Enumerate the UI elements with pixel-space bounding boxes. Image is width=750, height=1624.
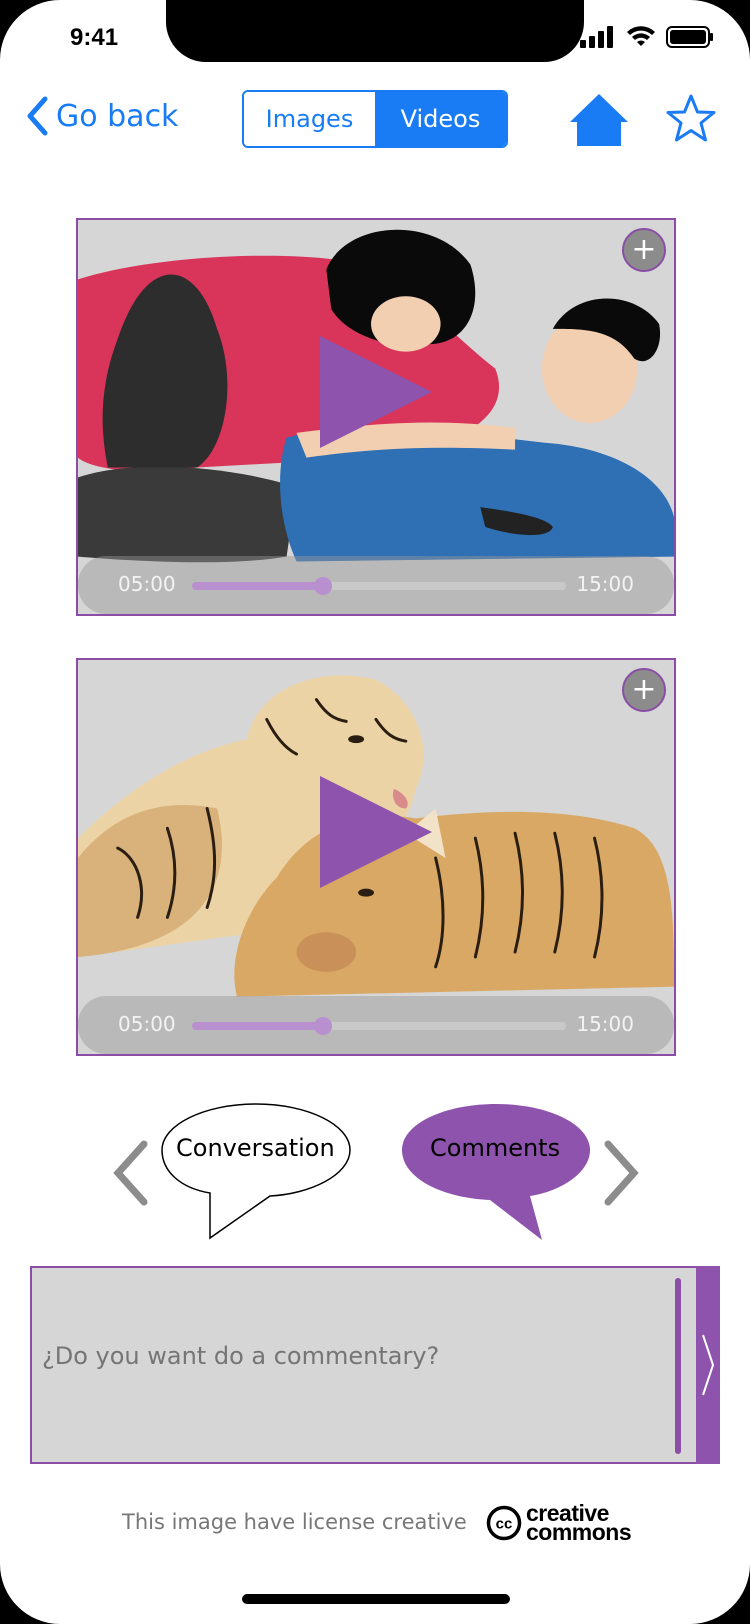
home-icon[interactable] bbox=[568, 92, 630, 148]
progress-track[interactable] bbox=[192, 577, 566, 595]
duration: 15:00 bbox=[576, 572, 634, 596]
comments-label: Comments bbox=[430, 1134, 561, 1162]
battery-icon bbox=[666, 26, 713, 48]
status-time: 9:41 bbox=[70, 24, 119, 51]
video-controls: 05:00 15:00 bbox=[78, 556, 674, 614]
signal-icon bbox=[580, 26, 613, 48]
cc-symbol: cc bbox=[496, 1516, 513, 1533]
notch bbox=[166, 0, 584, 62]
wifi-icon bbox=[627, 26, 655, 46]
back-label: Go back bbox=[56, 98, 179, 134]
add-video-button[interactable]: + bbox=[622, 228, 666, 272]
progress-track[interactable] bbox=[192, 1017, 566, 1035]
conversation-label: Conversation bbox=[176, 1134, 335, 1162]
play-icon[interactable] bbox=[316, 772, 436, 892]
conversation-tab[interactable]: Conversation bbox=[160, 1100, 352, 1242]
video-card-2: + 05:00 15:00 bbox=[76, 658, 676, 1056]
current-time: 05:00 bbox=[118, 572, 176, 596]
cc-icon: cc bbox=[486, 1505, 522, 1541]
creative-commons-logo: cc creative commons bbox=[486, 1502, 632, 1545]
license-text: This image have license creative bbox=[122, 1510, 467, 1534]
play-icon[interactable] bbox=[316, 332, 436, 452]
video-card-1: + 05:00 15:00 bbox=[76, 218, 676, 616]
progress-fill bbox=[192, 1022, 323, 1030]
cc-wordmark: creative commons bbox=[526, 1502, 632, 1545]
video-controls: 05:00 15:00 bbox=[78, 996, 674, 1054]
progress-knob[interactable] bbox=[313, 1017, 332, 1035]
chevron-left-icon bbox=[27, 96, 48, 136]
progress-knob[interactable] bbox=[313, 577, 332, 595]
progress-fill bbox=[192, 582, 323, 590]
media-type-segmented-control: Images Videos bbox=[242, 90, 508, 148]
tab-videos[interactable]: Videos bbox=[375, 92, 506, 146]
tab-images[interactable]: Images bbox=[244, 92, 375, 146]
chevron-right-icon bbox=[702, 1334, 715, 1396]
cc-line-2: commons bbox=[526, 1519, 632, 1545]
comment-scrollbar[interactable] bbox=[675, 1278, 681, 1454]
chevron-left-icon[interactable] bbox=[112, 1140, 150, 1206]
duration: 15:00 bbox=[576, 1012, 634, 1036]
speech-bubble-icon bbox=[402, 1104, 590, 1240]
back-button[interactable]: Go back bbox=[26, 96, 178, 136]
current-time: 05:00 bbox=[118, 1012, 176, 1036]
comment-input[interactable] bbox=[42, 1342, 642, 1370]
status-icons bbox=[580, 26, 714, 48]
home-indicator[interactable] bbox=[242, 1594, 510, 1604]
comments-tab[interactable]: Comments bbox=[400, 1102, 594, 1242]
star-icon[interactable] bbox=[665, 93, 717, 145]
chevron-right-icon[interactable] bbox=[602, 1140, 640, 1206]
add-video-button[interactable]: + bbox=[622, 668, 666, 712]
send-comment-button[interactable] bbox=[696, 1266, 720, 1464]
phone-screen: 9:41 Go back Images Videos + 05:00 15:00… bbox=[0, 0, 750, 1624]
comment-box bbox=[30, 1266, 720, 1464]
speech-bubble-icon bbox=[161, 1103, 351, 1240]
